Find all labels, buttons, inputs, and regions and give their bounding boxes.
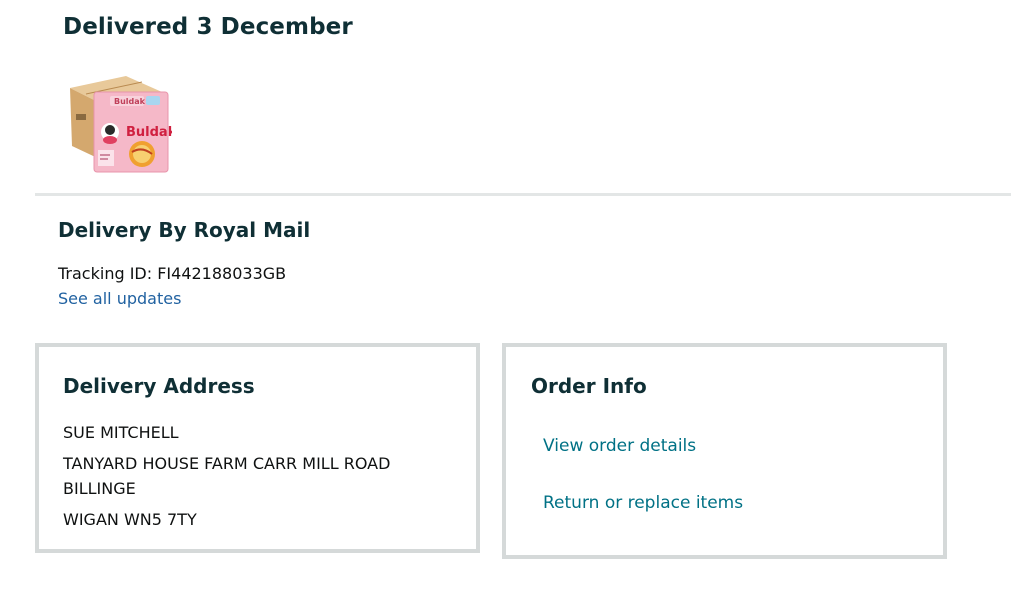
see-all-updates-link[interactable]: See all updates [58, 289, 181, 308]
svg-text:Buldak: Buldak [114, 97, 146, 106]
order-info-card: Order Info View order details Return or … [502, 343, 947, 559]
address-town-postcode: WIGAN WN5 7TY [63, 510, 197, 529]
address-locality: BILLINGE [63, 479, 136, 498]
product-thumbnail[interactable]: Buldak Buldak [66, 70, 177, 174]
noodle-box-icon: Buldak Buldak [70, 76, 177, 173]
order-info-title: Order Info [531, 374, 647, 398]
carrier-heading: Delivery By Royal Mail [58, 218, 311, 242]
view-order-details-link[interactable]: View order details [543, 436, 696, 456]
delivery-status-heading: Delivered 3 December [63, 14, 353, 40]
return-or-replace-link[interactable]: Return or replace items [543, 493, 743, 513]
section-divider [35, 193, 1011, 196]
tracking-id: Tracking ID: FI442188033GB [58, 264, 287, 283]
address-name: SUE MITCHELL [63, 423, 179, 442]
address-street: TANYARD HOUSE FARM CARR MILL ROAD [63, 454, 391, 473]
delivery-address-title: Delivery Address [63, 374, 255, 398]
delivery-address-card: Delivery Address SUE MITCHELL TANYARD HO… [35, 343, 480, 553]
svg-text:Buldak: Buldak [126, 125, 172, 140]
